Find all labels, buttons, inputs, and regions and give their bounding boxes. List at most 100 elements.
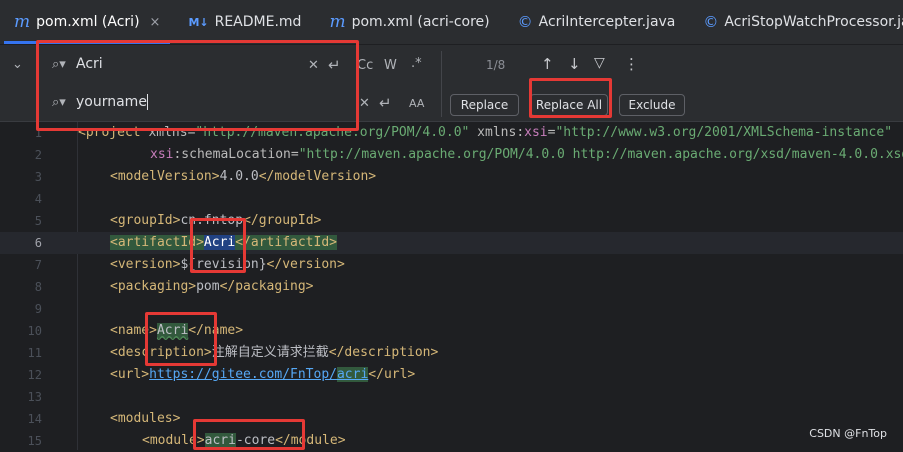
watermark: CSDN @FnTop [809, 427, 887, 440]
code-text: <project xmlns="http://maven.apache.org/… [78, 122, 892, 144]
next-occurrence-icon[interactable]: ↓ [568, 55, 581, 73]
tag: <name> [110, 323, 157, 338]
code-text: <description>注解自定义请求拦截</description> [110, 342, 438, 364]
maven-file-icon: m [14, 12, 31, 32]
line-number: 5 [34, 214, 42, 228]
filter-icon[interactable]: ▽ [594, 55, 605, 71]
line-number: 13 [27, 390, 42, 404]
tab-pom-acri[interactable]: m pom.xml (Acri) × [0, 0, 174, 44]
tab-pom-acri-core[interactable]: m pom.xml (acri-core) [315, 0, 503, 44]
preserve-case-toggle[interactable]: AA [409, 97, 424, 110]
code-text: <name>Acri</name> [110, 320, 243, 342]
code-line: 9 [0, 298, 903, 320]
code-line: 12 <url>https://gitee.com/FnTop/acri</ur… [0, 364, 903, 386]
match: acri [204, 433, 236, 448]
clear-search-icon[interactable]: ✕ [308, 58, 319, 73]
code-text: <packaging>pom</packaging> [110, 276, 314, 298]
replace-button[interactable]: Replace [450, 94, 519, 116]
text: -core [235, 433, 276, 448]
clear-replace-icon[interactable]: ✕ [359, 96, 370, 111]
tag: <description> [110, 345, 212, 360]
tag: <modules> [110, 411, 181, 426]
code-line: 4 [0, 188, 903, 210]
code-line: 7 <version>${revision}</version> [0, 254, 903, 276]
divider [441, 51, 442, 117]
code-line: 15 <module>acri-core</module> [0, 430, 903, 452]
new-line-icon[interactable]: ↵ [328, 56, 341, 74]
exclude-button[interactable]: Exclude [619, 94, 685, 116]
line-number: 2 [34, 148, 42, 162]
line-number: 6 [34, 236, 42, 250]
line-number: 8 [34, 280, 42, 294]
text-caret [146, 94, 148, 110]
namespace: xsi [524, 125, 548, 140]
line-number: 7 [34, 258, 42, 272]
tab-acri-stopwatch[interactable]: © AcriStopWatchProcessor.java [689, 0, 903, 44]
new-line-icon[interactable]: ↵ [379, 94, 392, 112]
tag: <packaging> [110, 279, 197, 294]
string: "http://www.w3.org/2001/XMLSchema-instan… [555, 125, 893, 140]
code-editor[interactable]: 1 <project xmlns="http://maven.apache.or… [0, 122, 903, 450]
tag: </name> [188, 323, 244, 338]
code-line: 11 <description>注解自定义请求拦截</description> [0, 342, 903, 364]
whole-words-toggle[interactable]: W [384, 58, 397, 73]
tag: </packaging> [219, 279, 314, 294]
string: "http://maven.apache.org/POM/4.0.0 http:… [298, 147, 903, 162]
code-line: 2 xsi:schemaLocation="http://maven.apach… [0, 144, 903, 166]
regex-toggle[interactable]: .* [411, 56, 422, 71]
tag: </groupId> [243, 213, 322, 228]
chevron-down-icon[interactable]: ⌄ [12, 57, 23, 72]
code-line: 3 <modelVersion>4.0.0</modelVersion> [0, 166, 903, 188]
code-line: 1 <project xmlns="http://maven.apache.or… [0, 122, 903, 144]
match[interactable]: acri [336, 367, 369, 382]
code-text: <version>${revision}</version> [110, 254, 345, 276]
close-icon[interactable]: × [150, 15, 161, 30]
tag: <version> [110, 257, 181, 272]
editor-tab-bar: m pom.xml (Acri) × M↓ README.md m pom.xm… [0, 0, 903, 45]
maven-file-icon: m [329, 12, 346, 32]
tag: </artifactId> [235, 235, 337, 250]
line-number: 11 [27, 346, 42, 360]
tag: </modelVersion> [258, 169, 377, 184]
attr: xmlns= [148, 125, 196, 140]
selected-match: Acri [203, 235, 236, 250]
replace-input[interactable]: yourname [76, 94, 354, 110]
more-options-icon[interactable]: ⋮ [624, 55, 639, 73]
tab-readme[interactable]: M↓ README.md [174, 0, 315, 44]
tag: <project [78, 125, 149, 140]
search-icon[interactable]: ⌕▾ [42, 57, 76, 72]
code-line: 13 [0, 386, 903, 408]
replace-field[interactable]: ⌕▾ yourname [42, 85, 354, 119]
java-class-icon: © [517, 13, 533, 31]
match-case-toggle[interactable]: Cc [357, 58, 373, 73]
line-number: 1 [34, 126, 42, 140]
link[interactable]: https://gitee.com/FnTop/ [149, 367, 337, 382]
replace-all-button[interactable]: Replace All [530, 94, 608, 116]
attr: :schemaLocation= [173, 147, 299, 162]
markdown-file-icon: M↓ [188, 15, 209, 29]
line-number: 12 [27, 368, 42, 382]
text: cn.fntop [180, 213, 244, 228]
tab-acri-intercepter[interactable]: © AcriIntercepter.java [504, 0, 690, 44]
tag: <groupId> [110, 213, 181, 228]
text: pom [196, 279, 220, 294]
text: 4.0.0 [219, 169, 259, 184]
previous-occurrence-icon[interactable]: ↑ [541, 55, 554, 73]
code-text: xsi:schemaLocation="http://maven.apache.… [150, 144, 903, 166]
match: Acri [156, 323, 189, 338]
java-class-icon: © [703, 13, 719, 31]
line-number: 15 [27, 434, 42, 448]
tag: <url> [110, 367, 150, 382]
line-number: 3 [34, 170, 42, 184]
replace-value: yourname [76, 94, 147, 110]
code-text: <modules> [110, 408, 180, 430]
replace-history-icon[interactable]: ⌕▾ [42, 95, 76, 110]
code-text: <modelVersion>4.0.0</modelVersion> [110, 166, 376, 188]
tab-label: AcriIntercepter.java [538, 14, 676, 30]
string: "http://maven.apache.org/POM/4.0.0" [195, 125, 470, 140]
code-line: 14 <modules> [0, 408, 903, 430]
find-replace-bar: ⌄ ⌕▾ Acri ✕ ↵ Cc W .* ⌕▾ yourname ✕ ↵ AA… [0, 45, 903, 122]
line-number: 10 [27, 324, 42, 338]
text: 注解自定义请求拦截 [211, 345, 329, 360]
line-number: 9 [34, 302, 42, 316]
